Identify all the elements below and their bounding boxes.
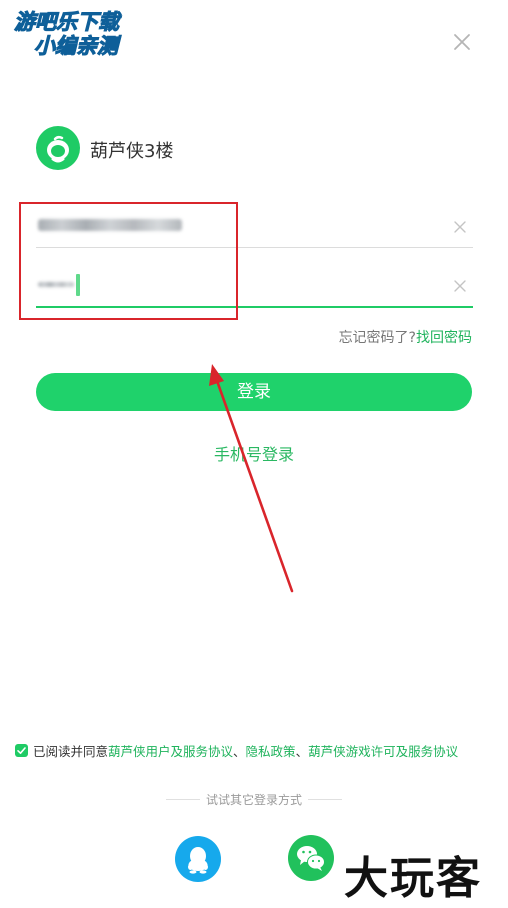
- annotation-box: [19, 202, 238, 320]
- recover-password-link[interactable]: 找回密码: [416, 330, 472, 346]
- agreement-sep: 、: [233, 744, 246, 759]
- forgot-password-row: 忘记密码了?找回密码: [339, 327, 472, 347]
- game-license-link[interactable]: 葫芦侠游戏许可及服务协议: [308, 741, 458, 760]
- other-login-divider: 试试其它登录方式: [0, 791, 508, 808]
- agreement-prefix: 已阅读并同意: [33, 744, 109, 759]
- agreement-row: 已阅读并同意 葫芦侠用户及服务协议、隐私政策、葫芦侠游戏许可及服务协议: [15, 741, 458, 760]
- watermark-bottom: 大玩客: [344, 853, 482, 904]
- privacy-link[interactable]: 隐私政策: [246, 741, 296, 760]
- wechat-icon[interactable]: [288, 835, 334, 881]
- watermark-top-line2: 小编亲测: [34, 34, 119, 59]
- user-agreement-link[interactable]: 葫芦侠用户及服务协议: [108, 741, 233, 760]
- checkbox-icon[interactable]: [15, 744, 28, 757]
- watermark-top: 游吧乐下载 小编亲测: [14, 10, 149, 66]
- close-icon[interactable]: [450, 30, 474, 54]
- qq-icon[interactable]: [175, 836, 221, 882]
- clear-icon[interactable]: [453, 278, 467, 292]
- watermark-top-line1: 游吧乐下载: [14, 10, 120, 35]
- divider-line: [165, 799, 200, 800]
- app-name: 葫芦侠3楼: [90, 141, 174, 162]
- other-login-label: 试试其它登录方式: [205, 793, 302, 807]
- login-button[interactable]: 登录: [36, 373, 472, 411]
- clear-icon[interactable]: [453, 219, 467, 233]
- forgot-question: 忘记密码了?: [338, 330, 416, 346]
- divider-line: [308, 799, 342, 800]
- app-logo-icon: [36, 126, 80, 170]
- phone-login-link[interactable]: 手机号登录: [0, 441, 508, 465]
- agreement-sep: 、: [295, 744, 309, 759]
